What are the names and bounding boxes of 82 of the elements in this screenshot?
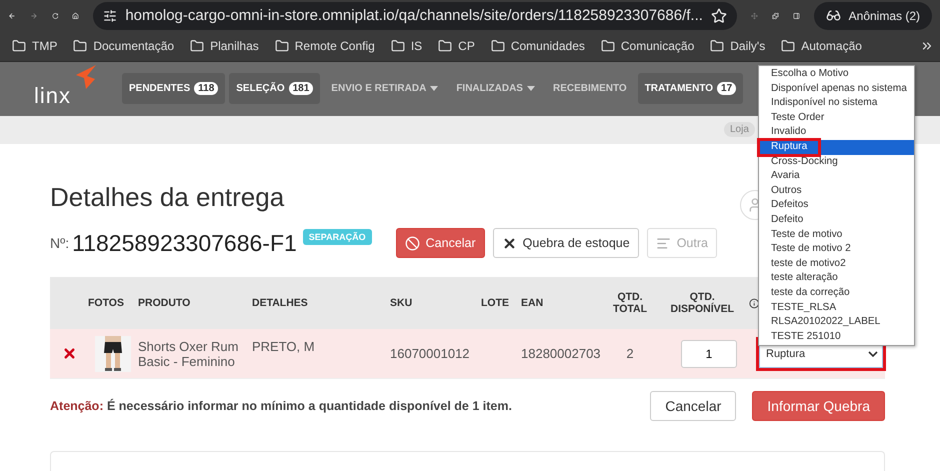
count-badge: 17 — [717, 82, 736, 96]
action-button[interactable]: Quebra de estoque — [492, 228, 639, 258]
column-header: DETALHES — [252, 297, 309, 309]
table-cell: 18280002703 — [521, 346, 601, 361]
column-header: QTD. TOTAL — [612, 291, 648, 315]
remove-icon[interactable] — [62, 346, 76, 361]
dropdown-option[interactable]: teste da correção — [759, 286, 914, 300]
number-label: Nº: — [50, 235, 70, 251]
action-button[interactable]: Cancelar — [396, 228, 485, 258]
profile-button[interactable]: Anônimas (2) — [814, 2, 932, 30]
column-header: QTD. DISPONÍVEL — [659, 291, 759, 315]
cancel-icon — [404, 236, 420, 250]
bookmark-star-icon[interactable] — [710, 8, 727, 24]
folder-icon — [190, 38, 204, 53]
warning-message: Atenção: É necessário informar no mínimo a quantidade disponível de 1 item. — [50, 399, 512, 413]
dropdown-option[interactable]: Ruptura — [759, 140, 819, 155]
dropdown-option[interactable]: Outros — [759, 184, 914, 198]
footer-button[interactable]: Cancelar — [650, 391, 736, 421]
dropdown-option[interactable]: TESTE_RLSA — [759, 300, 914, 316]
column-header: PRODUTO — [138, 297, 192, 309]
table-cell-text: PRETO, M — [252, 338, 316, 354]
info-icon — [748, 298, 759, 308]
bookmark-item[interactable]: Comunicação — [594, 38, 700, 53]
quantity-input[interactable]: 1 — [681, 340, 737, 368]
folder-icon — [274, 38, 289, 53]
folder-icon — [12, 38, 26, 53]
page-title: Detalhes da entrega — [50, 182, 284, 213]
dropdown-option[interactable]: Teste de motivo 2 — [759, 242, 914, 257]
address-bar[interactable]: homolog-cargo-omni-in-store.omniplat.io/qa/channels/site/orders/118258923307686/f... — [93, 2, 737, 30]
close-icon — [502, 236, 517, 250]
folder-icon — [438, 38, 452, 53]
dropdown-option[interactable]: Defeito — [759, 212, 914, 228]
caret-icon — [430, 86, 438, 92]
dropdown-option[interactable]: Teste Order — [759, 110, 914, 126]
dropdown-option[interactable]: teste alteração — [759, 271, 914, 286]
bookmark-item[interactable]: Automação — [775, 38, 868, 53]
folder-icon — [490, 38, 505, 53]
nav-tab[interactable]: TRATAMENTO 17 — [638, 73, 744, 104]
dropdown-option[interactable]: Indisponível no sistema — [759, 96, 914, 111]
nav-tab[interactable]: SELEÇÃO 181 — [229, 73, 320, 104]
footer-button[interactable]: Informar Quebra — [752, 391, 885, 421]
status-badge: SEPARAÇÃO — [302, 229, 372, 245]
column-header: FOTOS — [88, 297, 125, 309]
column-header: SKU — [390, 297, 414, 309]
bookmark-item[interactable]: Planilhas — [184, 38, 265, 53]
count-badge: 118 — [194, 82, 218, 96]
folder-icon — [710, 38, 724, 53]
table-cell-text: Shorts Oxer Rum Basic - Feminino — [138, 338, 240, 368]
dropdown-option[interactable]: teste de motivo2 — [759, 256, 914, 272]
incognito-icon — [826, 8, 841, 24]
column-header: LOTE — [481, 297, 510, 309]
dropdown-option[interactable]: Defeitos — [759, 198, 914, 213]
folder-icon — [390, 38, 405, 53]
dropdown-option[interactable]: Teste de motivo — [759, 228, 914, 242]
dropdown-option[interactable]: Avaria — [759, 169, 914, 184]
dropdown-option[interactable]: Cross-Docking — [759, 154, 914, 170]
dropdown-option[interactable]: RLSA20102022_LABEL — [759, 315, 914, 330]
table-cell-text: 16070001012 — [390, 346, 471, 361]
bookmark-item[interactable]: IS — [384, 38, 428, 53]
site-settings-icon[interactable] — [103, 8, 118, 23]
bookmark-item[interactable]: Remote Config — [268, 38, 381, 53]
bookmark-item[interactable]: TMP — [6, 38, 64, 53]
folder-icon — [781, 38, 796, 53]
list-icon — [656, 236, 671, 250]
order-number: 118258923307686-F1 — [72, 230, 297, 256]
dropdown-option[interactable]: Disponível apenas no sistema — [759, 82, 914, 96]
count-badge: 181 — [288, 82, 314, 96]
bookmark-item[interactable]: CP — [432, 38, 481, 53]
column-header: EAN — [521, 297, 544, 309]
chevron-down-icon — [868, 350, 878, 356]
dropdown-option[interactable]: Escolha o Motivo — [759, 67, 914, 82]
folder-icon — [73, 38, 88, 53]
nav-tab[interactable]: PENDENTES 118 — [122, 73, 226, 104]
dropdown-option[interactable]: Invalido — [759, 125, 914, 140]
folder-icon — [600, 38, 615, 53]
bookmark-item[interactable]: Documentação — [67, 38, 180, 53]
bookmark-item[interactable]: Daily's — [704, 38, 772, 53]
store-chip: Loja — [724, 122, 755, 138]
table-cell-text: 2 — [625, 346, 635, 361]
bookmark-item[interactable]: Comunidades — [484, 38, 591, 53]
logo-text: linx — [34, 82, 72, 109]
caret-icon — [526, 86, 535, 92]
